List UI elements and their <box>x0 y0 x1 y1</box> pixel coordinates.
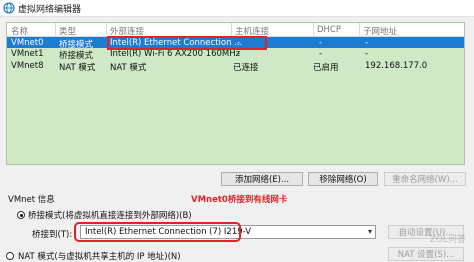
column-header-name[interactable]: 名称 <box>11 25 28 37</box>
bridge-to-label: 桥接到(T): <box>32 230 73 240</box>
column-divider[interactable] <box>55 23 56 36</box>
annotation-note: VMnet0桥接到有线网卡 <box>191 195 288 205</box>
watermark: ZOL问答 <box>429 235 466 245</box>
nat-settings-button[interactable]: NAT 设置(S)... <box>388 247 464 261</box>
column-divider[interactable] <box>106 23 107 36</box>
cell-name: VMnet1 <box>11 49 44 59</box>
cell-subnet: - <box>365 38 369 48</box>
cell-external: Intel(R) Wi-Fi 6 AX200 160MHz <box>110 49 241 59</box>
title-bar: 虚拟网络编辑器 <box>0 0 474 17</box>
chevron-down-icon[interactable]: ▾ <box>368 227 372 236</box>
cell-dhcp: - <box>319 49 323 59</box>
rename-network-button[interactable]: 重命名网络(W)... <box>384 172 466 186</box>
cell-external: NAT 模式 <box>110 63 147 73</box>
add-network-button[interactable]: 添加网络(E)... <box>221 172 303 186</box>
cell-dhcp: - <box>319 38 323 48</box>
bridge-mode-label[interactable]: 桥接模式(将虚拟机直接连接到外部网络)(B) <box>28 209 192 221</box>
column-divider[interactable] <box>359 23 360 36</box>
cell-type: NAT 模式 <box>59 63 96 73</box>
table-row[interactable]: VMnet8 NAT 模式 NAT 模式 已连接 已启用 192.168.177… <box>7 60 464 73</box>
cell-host: - <box>237 49 241 59</box>
bridge-mode-radio[interactable] <box>17 211 25 219</box>
column-divider[interactable] <box>231 23 232 36</box>
cell-name: VMnet0 <box>11 38 44 48</box>
cell-name: VMnet8 <box>11 61 44 71</box>
column-header-subnet[interactable]: 子网地址 <box>363 25 397 37</box>
cell-subnet: 192.168.177.0 <box>365 61 428 71</box>
external-connection-highlight <box>107 36 267 50</box>
cell-host: 已连接 <box>233 63 259 73</box>
bridge-to-highlight <box>74 222 241 242</box>
nat-mode-label[interactable]: NAT 模式(与虚拟机共享主机的 IP 地址)(N) <box>18 250 181 262</box>
cell-dhcp: 已启用 <box>313 63 339 73</box>
network-globe-icon <box>3 2 15 14</box>
nat-mode-radio[interactable] <box>6 252 14 260</box>
column-header-dhcp[interactable]: DHCP <box>317 25 341 35</box>
network-table[interactable]: 名称 类型 外部连接 主机连接 DHCP 子网地址 VMnet0 桥接模式 In… <box>6 22 465 165</box>
radio-selected-dot <box>19 213 23 217</box>
window-title: 虚拟网络编辑器 <box>18 5 82 15</box>
vmnet-info-label: VMnet 信息 <box>8 195 55 205</box>
remove-network-button[interactable]: 移除网络(O) <box>308 172 378 186</box>
column-divider[interactable] <box>313 23 314 36</box>
table-header: 名称 类型 外部连接 主机连接 DHCP 子网地址 <box>7 23 464 37</box>
column-header-type[interactable]: 类型 <box>59 25 76 37</box>
cell-subnet: - <box>365 49 369 59</box>
